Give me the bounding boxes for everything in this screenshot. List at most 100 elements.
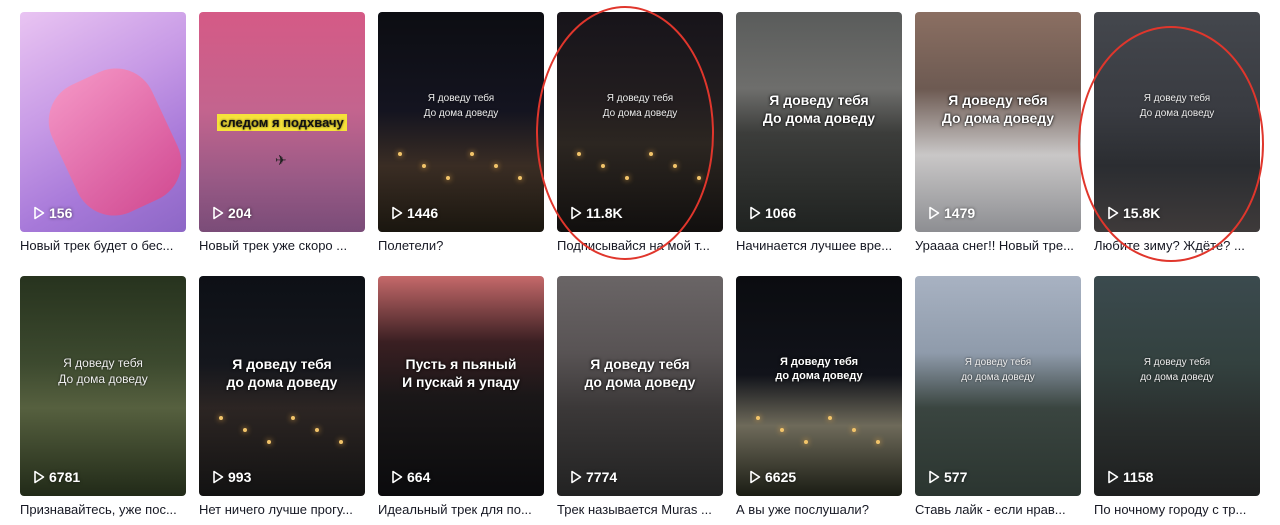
view-count-label: 6625 [765, 469, 797, 485]
video-thumbnail[interactable]: Пусть я пьяный И пускай я упаду 664 [378, 276, 544, 496]
view-count: 6781 [33, 469, 80, 485]
video-thumbnail[interactable]: Я доведу тебя До дома доведу 1479 [915, 12, 1081, 232]
video-thumbnail[interactable]: Я доведу тебя до дома доведу 1158 [1094, 276, 1260, 496]
video-caption[interactable]: Начинается лучшее вре... [736, 238, 902, 253]
video-caption[interactable]: Любите зиму? Ждёте? ... [1094, 238, 1260, 253]
light-dot [852, 428, 856, 432]
play-icon [212, 206, 224, 220]
play-icon [928, 470, 940, 484]
light-dot [291, 416, 295, 420]
video-card[interactable]: Я доведу тебя До дома доведу 6781 Признава… [20, 276, 186, 517]
video-card[interactable]: Я доведу тебя до дома доведу 6625 А вы уже… [736, 276, 902, 517]
video-caption[interactable]: Ставь лайк - если нрав... [915, 502, 1081, 517]
video-card[interactable]: Я доведу тебя до дома доведу 7774 Трек наз… [557, 276, 723, 517]
play-icon [391, 206, 403, 220]
view-count: 1479 [928, 205, 975, 221]
light-dot [518, 176, 522, 180]
play-icon [391, 470, 403, 484]
view-count: 577 [928, 469, 967, 485]
play-icon [749, 470, 761, 484]
airplane-icon: ✈ [275, 152, 287, 168]
video-grid: 156 Новый трек будет о бес... ✈ следом я по… [0, 0, 1280, 525]
play-icon [212, 470, 224, 484]
video-overlay-text: Я доведу тебя До дома доведу [602, 93, 678, 120]
video-caption[interactable]: А вы уже послушали? [736, 502, 902, 517]
video-card[interactable]: Я доведу тебя До дома доведу 1479 Ураааа с… [915, 12, 1081, 253]
view-count: 664 [391, 469, 430, 485]
video-thumbnail[interactable]: Я доведу тебя До дома доведу 11.8K [557, 12, 723, 232]
view-count: 204 [212, 205, 251, 221]
light-dot [267, 440, 271, 444]
light-dot [697, 176, 701, 180]
video-thumbnail[interactable]: Я доведу тебя до дома доведу 6625 [736, 276, 902, 496]
view-count: 993 [212, 469, 251, 485]
video-thumbnail[interactable]: Я доведу тебя до дома доведу 7774 [557, 276, 723, 496]
video-thumbnail[interactable]: 156 [20, 12, 186, 232]
video-card[interactable]: 156 Новый трек будет о бес... [20, 12, 186, 253]
video-caption[interactable]: Идеальный трек для по... [378, 502, 544, 517]
light-dot [422, 164, 426, 168]
video-caption[interactable]: Признавайтесь, уже пос... [20, 502, 186, 517]
overlay-caption: следом я подхвачу [217, 114, 347, 132]
play-icon [33, 206, 45, 220]
view-count: 11.8K [570, 205, 623, 221]
video-caption[interactable]: Ураааа снег!! Новый тре... [915, 238, 1081, 253]
video-thumbnail[interactable]: Я доведу тебя до дома доведу 993 [199, 276, 365, 496]
view-count-label: 577 [944, 469, 968, 485]
view-count-label: 1479 [944, 205, 976, 221]
light-dot [649, 152, 653, 156]
video-card[interactable]: Я доведу тебя До дома доведу 11.8K Подписы… [557, 12, 723, 253]
light-dot [828, 416, 832, 420]
video-thumbnail[interactable]: Я доведу тебя До дома доведу 1446 [378, 12, 544, 232]
video-card[interactable]: ✈ следом я подхвачу 204 Новый трек уже скор… [199, 12, 365, 253]
play-icon [570, 206, 582, 220]
view-count-label: 1066 [765, 205, 797, 221]
view-count-label: 15.8K [1123, 205, 1161, 221]
video-caption[interactable]: Полетели? [378, 238, 544, 253]
video-caption[interactable]: Трек называется Muras ... [557, 502, 723, 517]
view-count-label: 1446 [407, 205, 439, 221]
play-icon [33, 470, 45, 484]
video-caption[interactable]: Новый трек будет о бес... [20, 238, 186, 253]
video-thumbnail[interactable]: Я доведу тебя до дома доведу 577 [915, 276, 1081, 496]
video-card[interactable]: Я доведу тебя До дома доведу 1066 Начинает… [736, 12, 902, 253]
video-thumbnail[interactable]: Я доведу тебя До дома доведу 1066 [736, 12, 902, 232]
play-icon [570, 470, 582, 484]
view-count-label: 1158 [1123, 469, 1154, 485]
video-overlay-text: Пусть я пьяный И пускай я упаду [402, 356, 520, 391]
video-card[interactable]: Я доведу тебя До дома доведу 15.8K Любите … [1094, 12, 1260, 253]
video-overlay-text: Я доведу тебя до дома доведу [775, 356, 863, 383]
light-dot [470, 152, 474, 156]
view-count: 6625 [749, 469, 796, 485]
light-dot [876, 440, 880, 444]
video-overlay-text: Я доведу тебя До дома доведу [1139, 93, 1215, 120]
video-caption[interactable]: Новый трек уже скоро ... [199, 238, 365, 253]
video-overlay-text: Я доведу тебя до дома доведу [584, 356, 696, 391]
video-caption[interactable]: По ночному городу с тр... [1094, 502, 1260, 517]
play-icon [749, 206, 761, 220]
video-caption[interactable]: Подписывайся на мой т... [557, 238, 723, 253]
view-count-label: 6781 [49, 469, 81, 485]
view-count: 1066 [749, 205, 796, 221]
view-count: 15.8K [1107, 205, 1160, 221]
video-card[interactable]: Пусть я пьяный И пускай я упаду 664 Идеаль… [378, 276, 544, 517]
video-card[interactable]: Я доведу тебя до дома доведу 1158 По ночно… [1094, 276, 1260, 517]
view-count-label: 664 [407, 469, 431, 485]
video-caption[interactable]: Нет ничего лучше прогу... [199, 502, 365, 517]
video-thumbnail[interactable]: Я доведу тебя До дома доведу 6781 [20, 276, 186, 496]
video-thumbnail[interactable]: ✈ следом я подхвачу 204 [199, 12, 365, 232]
video-overlay-text: Я доведу тебя До дома доведу [762, 92, 876, 127]
light-dot [398, 152, 402, 156]
light-dot [219, 416, 223, 420]
light-dot [494, 164, 498, 168]
view-count: 156 [33, 205, 72, 221]
video-card[interactable]: Я доведу тебя До дома доведу 1446 Полетели… [378, 12, 544, 253]
light-dot [673, 164, 677, 168]
view-count-label: 204 [228, 205, 252, 221]
video-thumbnail[interactable]: Я доведу тебя До дома доведу 15.8K [1094, 12, 1260, 232]
video-overlay-text: Я доведу тебя До дома доведу [941, 92, 1055, 127]
light-dot [446, 176, 450, 180]
video-card[interactable]: Я доведу тебя до дома доведу 993 Нет ничег… [199, 276, 365, 517]
play-icon [1107, 206, 1119, 220]
video-card[interactable]: Я доведу тебя до дома доведу 577 Ставь лай… [915, 276, 1081, 517]
